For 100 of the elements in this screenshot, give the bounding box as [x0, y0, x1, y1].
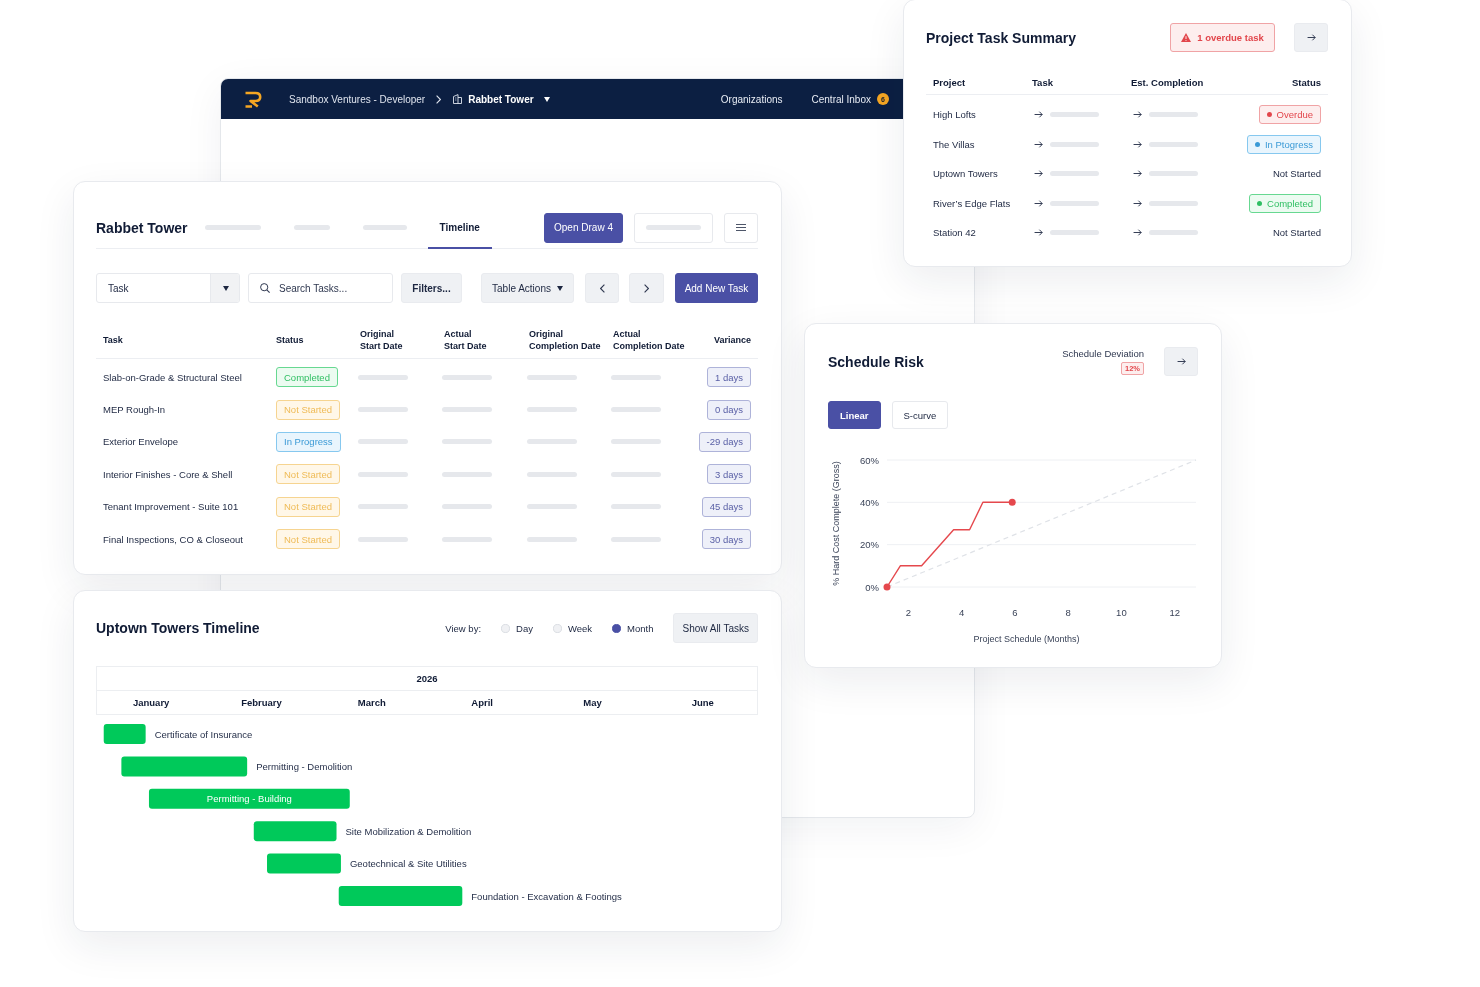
chevron-right-icon [644, 283, 649, 293]
column-header: Project [932, 76, 967, 88]
radio-option[interactable]: Month [612, 622, 654, 634]
building-icon [453, 94, 463, 104]
skeleton-bar [527, 407, 577, 413]
nav-link[interactable]: Central Inbox [811, 93, 871, 105]
status-text: Overdue [1276, 109, 1313, 121]
skeleton-bar [442, 407, 492, 413]
skeleton-bar [646, 225, 701, 230]
axis-tick-label: 6 [1012, 607, 1018, 618]
skeleton-bar [1149, 200, 1198, 206]
skeleton-bar [1050, 230, 1099, 236]
task-label: Permitting - Demolition [256, 760, 353, 772]
arrow-right-icon [1133, 170, 1142, 178]
month-label: April [471, 697, 493, 708]
task-select[interactable]: Task [96, 273, 240, 303]
arrow-right-icon [1034, 111, 1043, 119]
deviation-label: Schedule Deviation [1062, 348, 1144, 359]
status-text: In Ptogress [1264, 138, 1313, 150]
mode-toggle[interactable]: S-curve [891, 401, 949, 429]
radio-option[interactable]: Day [501, 622, 533, 634]
radio-option[interactable]: Week [552, 622, 593, 634]
show-all-tasks-button[interactable]: Show All Tasks [673, 613, 758, 643]
arrow-right-icon [1034, 170, 1043, 178]
column-header: Variance [712, 333, 752, 347]
axis-tick-label: 2 [905, 607, 911, 618]
task-label: Permitting - Building [206, 793, 292, 805]
add-task-button[interactable]: Add New Task [675, 273, 758, 303]
nav-link[interactable]: Organizations [720, 93, 783, 105]
project-name: Uptown Towers [932, 168, 999, 180]
column-header: Est. Completion [1131, 76, 1205, 88]
arrow-right-icon [1133, 111, 1142, 119]
arrow-right-icon [1306, 34, 1316, 41]
axis-title: Project Schedule (Months) [973, 634, 1080, 644]
card-title: Rabbet Tower [96, 219, 188, 236]
task-label: Site Mobilization & Demolition [345, 825, 472, 837]
previous-button[interactable] [585, 273, 619, 303]
skeleton-bar [611, 374, 661, 380]
next-button[interactable] [629, 273, 664, 303]
skeleton-bar [358, 374, 408, 380]
menu-button[interactable] [724, 212, 758, 243]
mode-toggle[interactable]: Linear [828, 401, 881, 429]
table-actions-button[interactable]: Table Actions [481, 273, 574, 303]
skeleton-bar [442, 374, 492, 380]
skeleton-bar [611, 504, 661, 510]
month-label: May [583, 697, 602, 708]
arrow-right-icon [1176, 358, 1186, 365]
search-field[interactable]: Search Tasks... [248, 273, 393, 303]
caret-icon [543, 96, 550, 102]
skeleton-bar [1149, 171, 1198, 177]
search-icon [260, 283, 270, 293]
variance-badge: 45 days [701, 496, 751, 517]
column-header: Task [1032, 76, 1054, 88]
status-dot-icon [1254, 141, 1260, 147]
year-label: 2026 [416, 673, 438, 684]
axis-tick-label: 40% [860, 496, 879, 508]
arrow-right-icon [1034, 140, 1043, 148]
arrow-button[interactable] [1294, 23, 1328, 52]
placeholder-button[interactable] [634, 212, 713, 243]
month-label: January [132, 697, 170, 708]
status-text: Not Started [1272, 227, 1321, 239]
project-switcher[interactable]: Rabbet Tower [453, 93, 550, 105]
arrow-right-icon [1133, 229, 1142, 237]
column-header: Status [276, 333, 305, 347]
axis-tick-label: 60% [860, 454, 879, 466]
task-name: Tenant Improvement - Suite 101 [102, 501, 240, 513]
axis-tick-label: 20% [860, 539, 879, 551]
tab[interactable]: Timeline [427, 207, 492, 249]
axis-tick-label: 10 [1116, 607, 1127, 618]
skeleton-bar [611, 536, 661, 542]
breadcrumb-link[interactable]: Sandbox Ventures - Developer [289, 93, 426, 105]
caret-icon [223, 285, 229, 291]
task-name: MEP Rough-In [102, 404, 167, 416]
status-dot-icon [1257, 200, 1263, 206]
column-header: Status [1291, 76, 1322, 88]
task-name: Interior Finishes - Core & Shell [102, 468, 234, 480]
skeleton-bar [527, 439, 577, 445]
status-badge: Completed [276, 367, 338, 388]
project-name: The Villas [932, 138, 976, 150]
chevron-right-icon [436, 94, 442, 104]
filters-button[interactable]: Filters... [401, 273, 462, 303]
status-dot-icon [1266, 112, 1272, 118]
column-header: Original Completion Date [529, 327, 602, 353]
skeleton-bar [527, 374, 577, 380]
gantt-bar [103, 724, 146, 744]
skeleton-bar [611, 471, 661, 477]
logo-icon[interactable] [244, 90, 263, 108]
task-name: Exterior Envelope [102, 436, 179, 448]
skeleton-bar [358, 504, 408, 510]
overdue-alert-button[interactable]: 1 overdue task [1170, 23, 1275, 52]
arrow-button[interactable] [1164, 347, 1198, 376]
month-label: June [691, 697, 714, 708]
open-draw-button[interactable]: Open Draw 4 [544, 212, 623, 243]
skeleton-bar [1149, 230, 1198, 236]
skeleton-bar [358, 439, 408, 445]
status-badge: In Progress [276, 431, 341, 452]
project-name: High Lofts [932, 109, 977, 121]
arrow-right-icon [1133, 140, 1142, 148]
skeleton-bar [1050, 200, 1099, 206]
status-badge: Not Started [276, 529, 341, 550]
